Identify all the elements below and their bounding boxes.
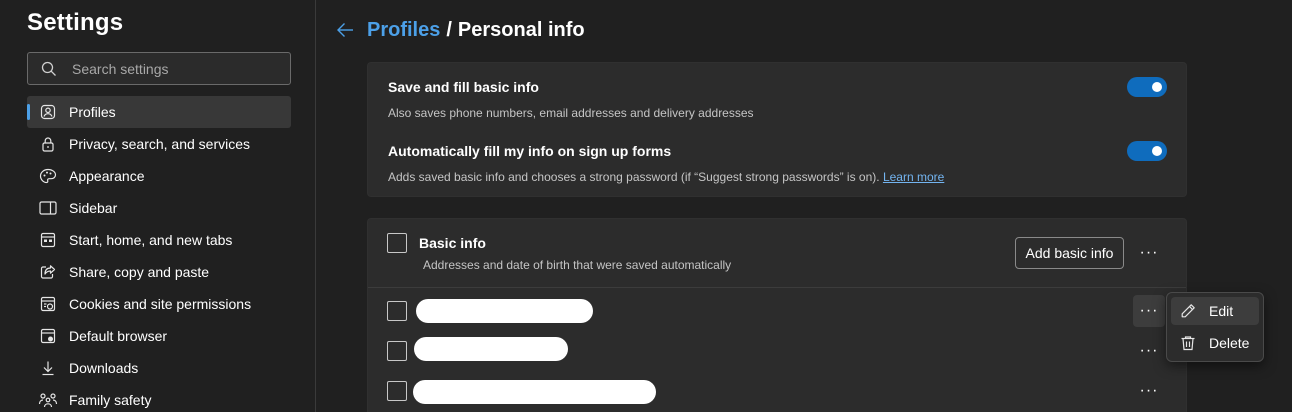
search-icon <box>41 61 56 76</box>
menu-item-edit[interactable]: Edit <box>1171 297 1259 325</box>
sidebar: Settings Profiles Privacy, search, and s… <box>0 0 316 412</box>
basic-info-card: Basic info Addresses and date of birth t… <box>367 218 1187 412</box>
breadcrumb-separator: / <box>446 18 452 41</box>
breadcrumb: Profiles / Personal info <box>336 16 585 44</box>
sidebar-item-label: Downloads <box>69 360 139 376</box>
sidebar-nav: Profiles Privacy, search, and services A… <box>27 96 291 412</box>
search-input[interactable] <box>72 59 282 79</box>
browser-icon <box>27 320 69 352</box>
search-box[interactable] <box>27 52 291 85</box>
entry-redacted-value <box>413 380 656 404</box>
download-icon <box>27 352 69 384</box>
auto-fill-title: Automatically fill my info on sign up fo… <box>388 143 672 159</box>
entry-more-button[interactable]: ··· <box>1133 295 1165 327</box>
save-fill-toggle[interactable] <box>1127 77 1167 97</box>
menu-item-label: Edit <box>1209 303 1234 319</box>
family-icon <box>27 384 69 412</box>
sidebar-item-downloads[interactable]: Downloads <box>27 352 291 384</box>
menu-item-label: Delete <box>1209 335 1250 351</box>
back-button[interactable] <box>336 18 358 42</box>
pencil-icon <box>1175 297 1201 325</box>
entry-checkbox[interactable] <box>387 381 407 401</box>
add-basic-info-button[interactable]: Add basic info <box>1015 237 1124 269</box>
sidebar-item-label: Default browser <box>69 328 168 344</box>
sidebar-item-label: Share, copy and paste <box>69 264 210 280</box>
page-title: Personal info <box>457 18 585 41</box>
sidebar-item-label: Privacy, search, and services <box>69 136 251 152</box>
basic-info-title: Basic info <box>419 235 486 251</box>
sidebar-item-label: Cookies and site permissions <box>69 296 252 312</box>
sidebar-item-label: Family safety <box>69 392 152 408</box>
sidebar-title: Settings <box>27 9 124 36</box>
sidebar-item-default-browser[interactable]: Default browser <box>27 320 291 352</box>
sidebar-icon <box>27 192 69 224</box>
sidebar-item-label: Profiles <box>69 104 116 120</box>
entry-redacted-value <box>414 337 568 361</box>
basic-info-more-button[interactable]: ··· <box>1133 237 1165 269</box>
autofill-settings-card: Save and fill basic info Also saves phon… <box>367 62 1187 197</box>
entry-context-menu: Edit Delete <box>1166 292 1264 362</box>
sidebar-item-label: Sidebar <box>69 200 118 216</box>
save-fill-description: Also saves phone numbers, email addresse… <box>388 106 754 120</box>
auto-fill-toggle[interactable] <box>1127 141 1167 161</box>
cookies-icon <box>27 288 69 320</box>
select-all-checkbox[interactable] <box>387 233 407 253</box>
sidebar-item-privacy[interactable]: Privacy, search, and services <box>27 128 291 160</box>
entry-checkbox[interactable] <box>387 301 407 321</box>
entry-more-button[interactable]: ··· <box>1133 335 1165 367</box>
menu-item-delete[interactable]: Delete <box>1171 329 1259 357</box>
save-fill-title: Save and fill basic info <box>388 79 539 95</box>
main-content: Profiles / Personal info Save and fill b… <box>317 0 1292 412</box>
sidebar-item-profiles[interactable]: Profiles <box>27 96 291 128</box>
arrow-left-icon <box>337 23 353 37</box>
sidebar-item-appearance[interactable]: Appearance <box>27 160 291 192</box>
auto-fill-description-row: Adds saved basic info and chooses a stro… <box>388 170 944 184</box>
home-tabs-icon <box>27 224 69 256</box>
profile-icon <box>27 96 69 128</box>
settings-window: Settings Profiles Privacy, search, and s… <box>0 0 1292 412</box>
sidebar-item-share[interactable]: Share, copy and paste <box>27 256 291 288</box>
sidebar-item-cookies[interactable]: Cookies and site permissions <box>27 288 291 320</box>
basic-info-description: Addresses and date of birth that were sa… <box>423 258 732 272</box>
entry-more-button[interactable]: ··· <box>1133 375 1165 407</box>
entry-redacted-value <box>416 299 593 323</box>
sidebar-item-start-home[interactable]: Start, home, and new tabs <box>27 224 291 256</box>
sidebar-item-label: Appearance <box>69 168 145 184</box>
sidebar-item-sidebar[interactable]: Sidebar <box>27 192 291 224</box>
auto-fill-description: Adds saved basic info and chooses a stro… <box>388 170 880 184</box>
lock-icon <box>27 128 69 160</box>
sidebar-item-label: Start, home, and new tabs <box>69 232 233 248</box>
palette-icon <box>27 160 69 192</box>
share-icon <box>27 256 69 288</box>
breadcrumb-profiles-link[interactable]: Profiles <box>367 19 440 42</box>
trash-icon <box>1175 329 1201 357</box>
learn-more-link[interactable]: Learn more <box>883 170 944 184</box>
entry-checkbox[interactable] <box>387 341 407 361</box>
divider <box>368 287 1186 288</box>
sidebar-item-family-safety[interactable]: Family safety <box>27 384 291 412</box>
